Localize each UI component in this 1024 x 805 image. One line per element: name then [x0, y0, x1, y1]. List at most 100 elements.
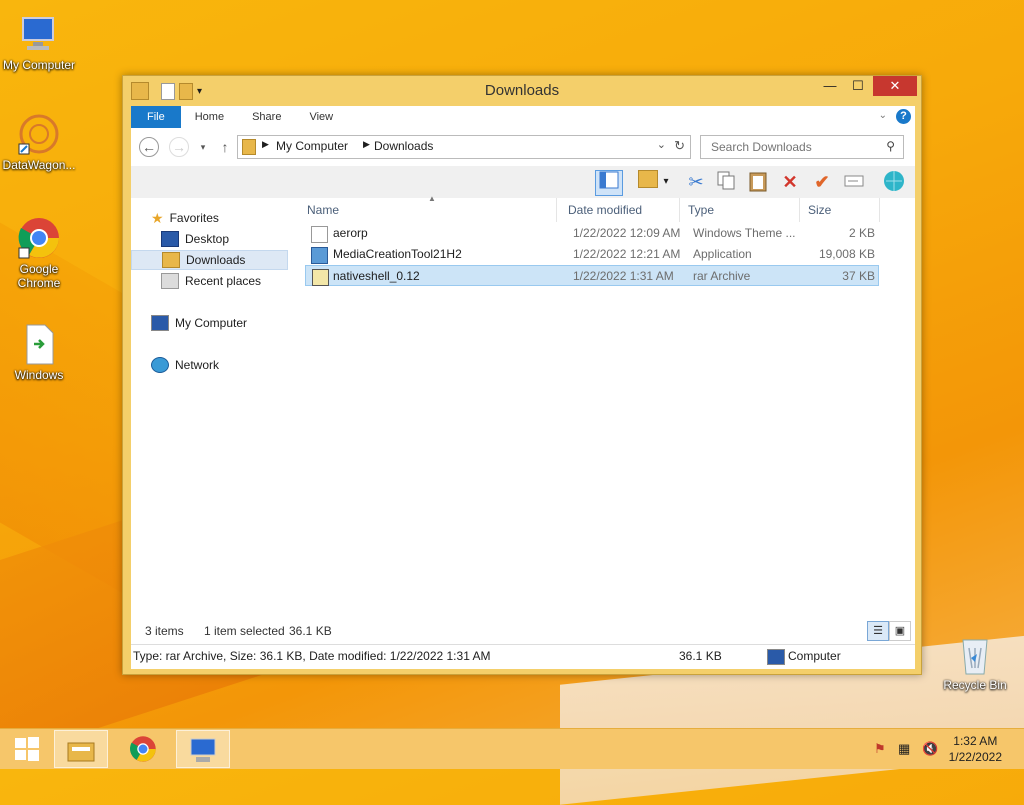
- recent-places-icon: [161, 273, 179, 289]
- nav-label: Recent places: [185, 274, 262, 288]
- file-row-mediacreationtool[interactable]: MediaCreationTool21H2 1/22/2022 12:21 AM…: [305, 244, 879, 265]
- desktop-icon-label: Google Chrome: [17, 262, 61, 290]
- tab-home[interactable]: Home: [181, 106, 238, 128]
- preview-pane-icon[interactable]: [595, 170, 623, 196]
- desktop-icon-chrome[interactable]: Google Chrome: [0, 216, 78, 290]
- clock-time: 1:32 AM: [953, 734, 998, 748]
- maximize-button[interactable]: ☐: [845, 76, 871, 96]
- file-size: 37 KB: [842, 269, 875, 283]
- nav-label: Desktop: [185, 232, 230, 246]
- taskbar-file-explorer[interactable]: [54, 730, 108, 768]
- nav-downloads[interactable]: Downloads: [131, 250, 288, 270]
- folder-options-dropdown-icon[interactable]: ▾: [659, 170, 673, 194]
- desktop-icon-recycle-bin[interactable]: Recycle Bin: [936, 632, 1014, 692]
- network-tray-icon[interactable]: ▦: [898, 741, 910, 757]
- computer-icon: [767, 649, 785, 665]
- computer-icon: [17, 12, 61, 56]
- file-row-aerorp[interactable]: aerorp 1/22/2022 12:09 AM Windows Theme …: [305, 223, 879, 244]
- file-type: Application: [693, 247, 752, 261]
- desktop-icon-label: My Computer: [2, 58, 76, 72]
- nav-network[interactable]: Network: [151, 355, 219, 375]
- start-button[interactable]: [0, 730, 54, 768]
- expand-ribbon-icon[interactable]: ⌄: [879, 110, 887, 121]
- file-entries: aerorp 1/22/2022 12:09 AM Windows Theme …: [299, 198, 915, 618]
- ribbon-tabs: File Home Share View ⌄ ?: [131, 106, 915, 128]
- nav-recent-places[interactable]: Recent places: [161, 271, 261, 291]
- checkmark-icon[interactable]: ✔: [809, 170, 835, 194]
- large-icons-view-icon[interactable]: ▣: [889, 621, 911, 641]
- breadcrumb-separator-icon: ▶: [262, 139, 269, 149]
- desktop-icon-label: DataWagon...: [2, 158, 76, 172]
- desktop-icon-datawagon[interactable]: DataWagon...: [0, 112, 78, 172]
- navigation-bar: ← → ▾ ↑ ▶ My Computer ▶ Downloads ⌄ ↻ ⚲: [131, 128, 915, 166]
- paste-icon[interactable]: [745, 170, 771, 194]
- clock[interactable]: 1:32 AM 1/22/2022: [949, 733, 1002, 765]
- navigation-pane: ★ Favorites Desktop Downloads Recent pla…: [131, 198, 291, 618]
- desktop-icon-windows[interactable]: Windows: [0, 322, 78, 382]
- globe-icon[interactable]: [881, 170, 907, 194]
- nav-my-computer[interactable]: My Computer: [151, 313, 247, 333]
- up-button[interactable]: ↑: [215, 137, 235, 157]
- details-location: Computer: [788, 649, 841, 663]
- nav-desktop[interactable]: Desktop: [161, 229, 229, 249]
- details-view-icon[interactable]: ☰: [867, 621, 889, 641]
- datawagon-icon: [17, 112, 61, 156]
- action-center-icon[interactable]: ⚑: [874, 741, 886, 757]
- tab-view[interactable]: View: [295, 106, 347, 128]
- computer-icon: [151, 315, 169, 331]
- refresh-icon[interactable]: ↻: [674, 138, 685, 154]
- close-button[interactable]: ✕: [873, 76, 917, 96]
- item-count: 3 items: [145, 624, 184, 638]
- network-icon: [151, 357, 169, 373]
- nav-favorites[interactable]: ★ Favorites: [151, 208, 219, 228]
- file-date: 1/22/2022 12:21 AM: [573, 247, 681, 261]
- volume-muted-icon[interactable]: 🔇: [922, 741, 938, 757]
- help-icon[interactable]: ?: [896, 109, 911, 124]
- nav-label: Favorites: [169, 211, 219, 225]
- search-input[interactable]: [709, 139, 883, 155]
- file-name: aerorp: [333, 226, 368, 240]
- recent-locations-button[interactable]: ▾: [193, 137, 213, 157]
- delete-icon[interactable]: ✕: [777, 170, 803, 194]
- tab-file[interactable]: File: [131, 106, 181, 128]
- file-date: 1/22/2022 1:31 AM: [573, 269, 674, 283]
- minimize-button[interactable]: —: [817, 76, 843, 96]
- file-name: MediaCreationTool21H2: [333, 247, 462, 261]
- copy-icon[interactable]: [713, 170, 739, 194]
- file-type: Windows Theme ...: [693, 226, 796, 240]
- file-name: nativeshell_0.12: [333, 269, 420, 283]
- application-icon: [311, 247, 328, 264]
- taskbar-chrome[interactable]: [116, 730, 170, 768]
- taskbar-my-computer[interactable]: [176, 730, 230, 768]
- windows-logo-icon: [15, 737, 39, 761]
- rar-archive-icon: [312, 269, 329, 286]
- file-explorer-icon: [67, 742, 95, 762]
- search-icon[interactable]: ⚲: [886, 139, 895, 153]
- recycle-bin-icon: [953, 632, 997, 676]
- back-button[interactable]: ←: [139, 137, 159, 157]
- folder-icon: [242, 139, 256, 155]
- selection-count: 1 item selected: [204, 624, 285, 638]
- downloads-folder-icon: [162, 252, 180, 268]
- folder-options-icon[interactable]: [635, 170, 661, 194]
- chrome-icon: [130, 736, 156, 762]
- details-text: Type: rar Archive, Size: 36.1 KB, Date m…: [133, 649, 491, 663]
- desktop-icon: [161, 231, 179, 247]
- content-area: ★ Favorites Desktop Downloads Recent pla…: [131, 194, 915, 618]
- tab-share[interactable]: Share: [238, 106, 295, 128]
- file-size: 19,008 KB: [818, 247, 875, 261]
- address-dropdown-icon[interactable]: ⌄: [657, 138, 666, 151]
- address-bar[interactable]: ▶ My Computer ▶ Downloads ⌄ ↻: [237, 135, 691, 159]
- rename-icon[interactable]: [841, 170, 867, 194]
- file-row-nativeshell[interactable]: nativeshell_0.12 1/22/2022 1:31 AM rar A…: [305, 265, 879, 286]
- details-size: 36.1 KB: [679, 649, 722, 663]
- desktop-icon-my-computer[interactable]: My Computer: [0, 12, 78, 72]
- title-bar[interactable]: ▾ Downloads — ☐ ✕: [123, 76, 921, 106]
- document-icon: [17, 322, 61, 366]
- window-title: Downloads: [484, 82, 560, 99]
- star-icon: ★: [151, 209, 164, 226]
- forward-button[interactable]: →: [169, 137, 189, 157]
- breadcrumb-my-computer[interactable]: My Computer: [276, 139, 348, 153]
- cut-icon[interactable]: ✂: [683, 170, 709, 194]
- breadcrumb-downloads[interactable]: Downloads: [374, 139, 433, 153]
